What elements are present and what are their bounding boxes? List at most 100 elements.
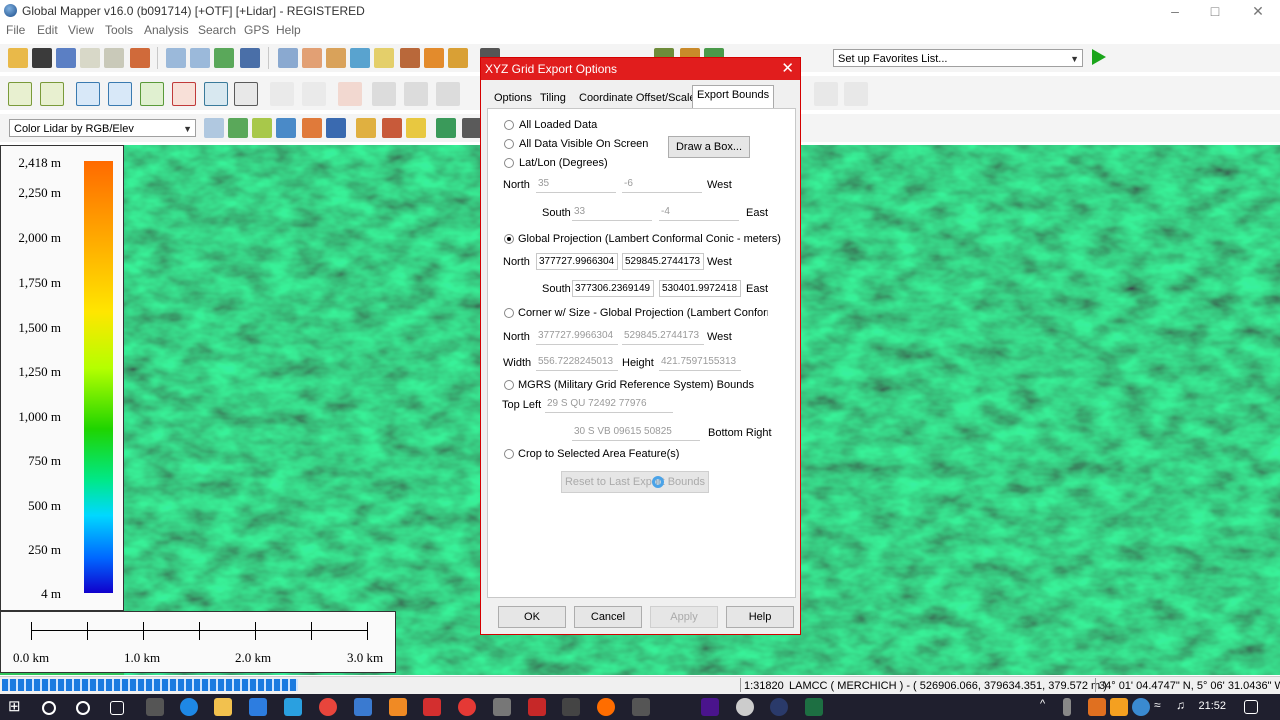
profile-icon[interactable] (462, 118, 482, 138)
mgrs-bottom-right-field[interactable]: 30 S VB 09615 50825 (572, 424, 700, 441)
tab-options[interactable]: Options (490, 89, 536, 107)
microphone-icon[interactable] (1063, 698, 1071, 716)
global-mapper-icon[interactable] (770, 698, 788, 716)
spiral-icon[interactable] (108, 82, 132, 106)
lidar-hv-icon[interactable] (252, 118, 272, 138)
move-icon[interactable] (372, 82, 396, 106)
cloud-icon[interactable] (404, 82, 428, 106)
digitizer-icon[interactable] (374, 48, 394, 68)
water-icon[interactable] (326, 118, 346, 138)
tray-app-icon[interactable] (1132, 698, 1150, 716)
pdf-icon[interactable] (423, 698, 441, 716)
open-folder-icon[interactable] (8, 48, 28, 68)
cs-north-field[interactable]: 377727.9966304 (536, 328, 618, 345)
app-icon[interactable] (146, 698, 164, 716)
app-icon[interactable] (354, 698, 372, 716)
latlon-west-field[interactable]: -6 (622, 176, 702, 193)
reset-bounds-button[interactable]: Reset to Last Export Bounds (561, 471, 709, 493)
chrome-icon[interactable] (319, 698, 337, 716)
ground-icon[interactable] (356, 118, 376, 138)
lidar-lv-icon[interactable] (204, 118, 224, 138)
zoom-full-icon[interactable] (214, 48, 234, 68)
app-icon[interactable] (458, 698, 476, 716)
radio-corner-size[interactable] (504, 308, 514, 318)
cs-height-field[interactable]: 421.7597155313 (659, 354, 741, 371)
pencil-icon[interactable] (436, 82, 460, 106)
favorites-select[interactable]: Set up Favorites List... ▼ (833, 49, 1083, 67)
measure-area-icon[interactable] (814, 82, 838, 106)
cancel-button[interactable]: Cancel (574, 606, 642, 628)
menu-edit[interactable]: Edit (37, 23, 58, 37)
notification-icon[interactable] (1244, 700, 1258, 714)
menu-help[interactable]: Help (276, 23, 301, 37)
radio-crop-area[interactable] (504, 449, 514, 459)
maximize-icon[interactable]: □ (1200, 2, 1230, 20)
grid-feature-icon[interactable] (234, 82, 258, 106)
cut-line-icon[interactable] (338, 82, 362, 106)
gp-north-field[interactable]: 377727.9966304 (536, 253, 618, 270)
insert-vertex-icon[interactable] (302, 82, 326, 106)
chevron-up-icon[interactable]: ^ (1040, 698, 1058, 716)
3d-path-icon[interactable] (400, 48, 420, 68)
filter-icon[interactable] (406, 118, 426, 138)
grid-view-icon[interactable] (436, 118, 456, 138)
create-line-icon[interactable] (76, 82, 100, 106)
vlc-icon[interactable] (389, 698, 407, 716)
mail-icon[interactable] (284, 698, 302, 716)
draw-box-button[interactable]: Draw a Box... (668, 136, 750, 158)
undo-icon[interactable] (844, 82, 868, 106)
building-icon[interactable] (276, 118, 296, 138)
firefox-icon[interactable] (597, 698, 615, 716)
info-icon[interactable] (350, 48, 370, 68)
search-icon[interactable] (42, 701, 56, 715)
mgrs-top-left-field[interactable]: 29 S QU 72492 77976 (545, 396, 673, 413)
vertex-icon[interactable] (270, 82, 294, 106)
tools-icon[interactable] (130, 48, 150, 68)
lidar-mv-icon[interactable] (228, 118, 248, 138)
tab-export-bounds[interactable]: Export Bounds (692, 85, 775, 109)
shader-select[interactable]: Color Lidar by RGB/Elev ▼ (9, 119, 196, 137)
radio-latlon[interactable] (504, 158, 514, 168)
file-explorer-icon[interactable] (214, 698, 232, 716)
cortana-icon[interactable] (76, 701, 90, 715)
radio-mgrs[interactable] (504, 380, 514, 390)
latlon-east-field[interactable]: -4 (659, 204, 739, 221)
store-icon[interactable] (249, 698, 267, 716)
menu-file[interactable]: File (6, 23, 25, 37)
menu-tools[interactable]: Tools (105, 23, 133, 37)
play-icon[interactable] (1092, 49, 1106, 65)
ok-button[interactable]: OK (498, 606, 566, 628)
close-window-icon[interactable]: ✕ (1243, 2, 1273, 20)
app-icon[interactable] (493, 698, 511, 716)
cs-west-field[interactable]: 529845.2744173 (622, 328, 704, 345)
zoom-out-icon[interactable] (190, 48, 210, 68)
home-icon[interactable] (240, 48, 260, 68)
clock[interactable]: 21:52 (1198, 700, 1226, 712)
premiere-icon[interactable] (701, 698, 719, 716)
create-area-icon[interactable] (40, 82, 64, 106)
wifi-icon[interactable]: ≈ (1154, 698, 1172, 716)
task-view-icon[interactable] (110, 701, 124, 715)
zoom-in-icon[interactable] (166, 48, 186, 68)
edge-icon[interactable] (180, 698, 198, 716)
latlon-north-field[interactable]: 35 (536, 176, 616, 193)
point-icon[interactable] (140, 82, 164, 106)
menu-view[interactable]: View (68, 23, 94, 37)
measure-icon[interactable] (326, 48, 346, 68)
apply-button[interactable]: Apply (650, 606, 718, 628)
globe-icon[interactable] (56, 48, 76, 68)
tray-app-icon[interactable] (1088, 698, 1106, 716)
app-icon[interactable] (632, 698, 650, 716)
menu-search[interactable]: Search (198, 23, 236, 37)
radio-all-loaded[interactable] (504, 120, 514, 130)
overlay-control-icon[interactable] (80, 48, 100, 68)
help-button[interactable]: Help (726, 606, 794, 628)
latlon-south-field[interactable]: 33 (572, 204, 652, 221)
pen-icon[interactable] (424, 48, 444, 68)
app-icon[interactable] (562, 698, 580, 716)
dialog-close-icon[interactable]: ✕ (781, 59, 794, 77)
tab-tiling[interactable]: Tiling (536, 89, 570, 107)
rotate-icon[interactable] (204, 82, 228, 106)
gp-east-field[interactable]: 530401.9972418 (659, 280, 741, 297)
save-icon[interactable] (32, 48, 52, 68)
